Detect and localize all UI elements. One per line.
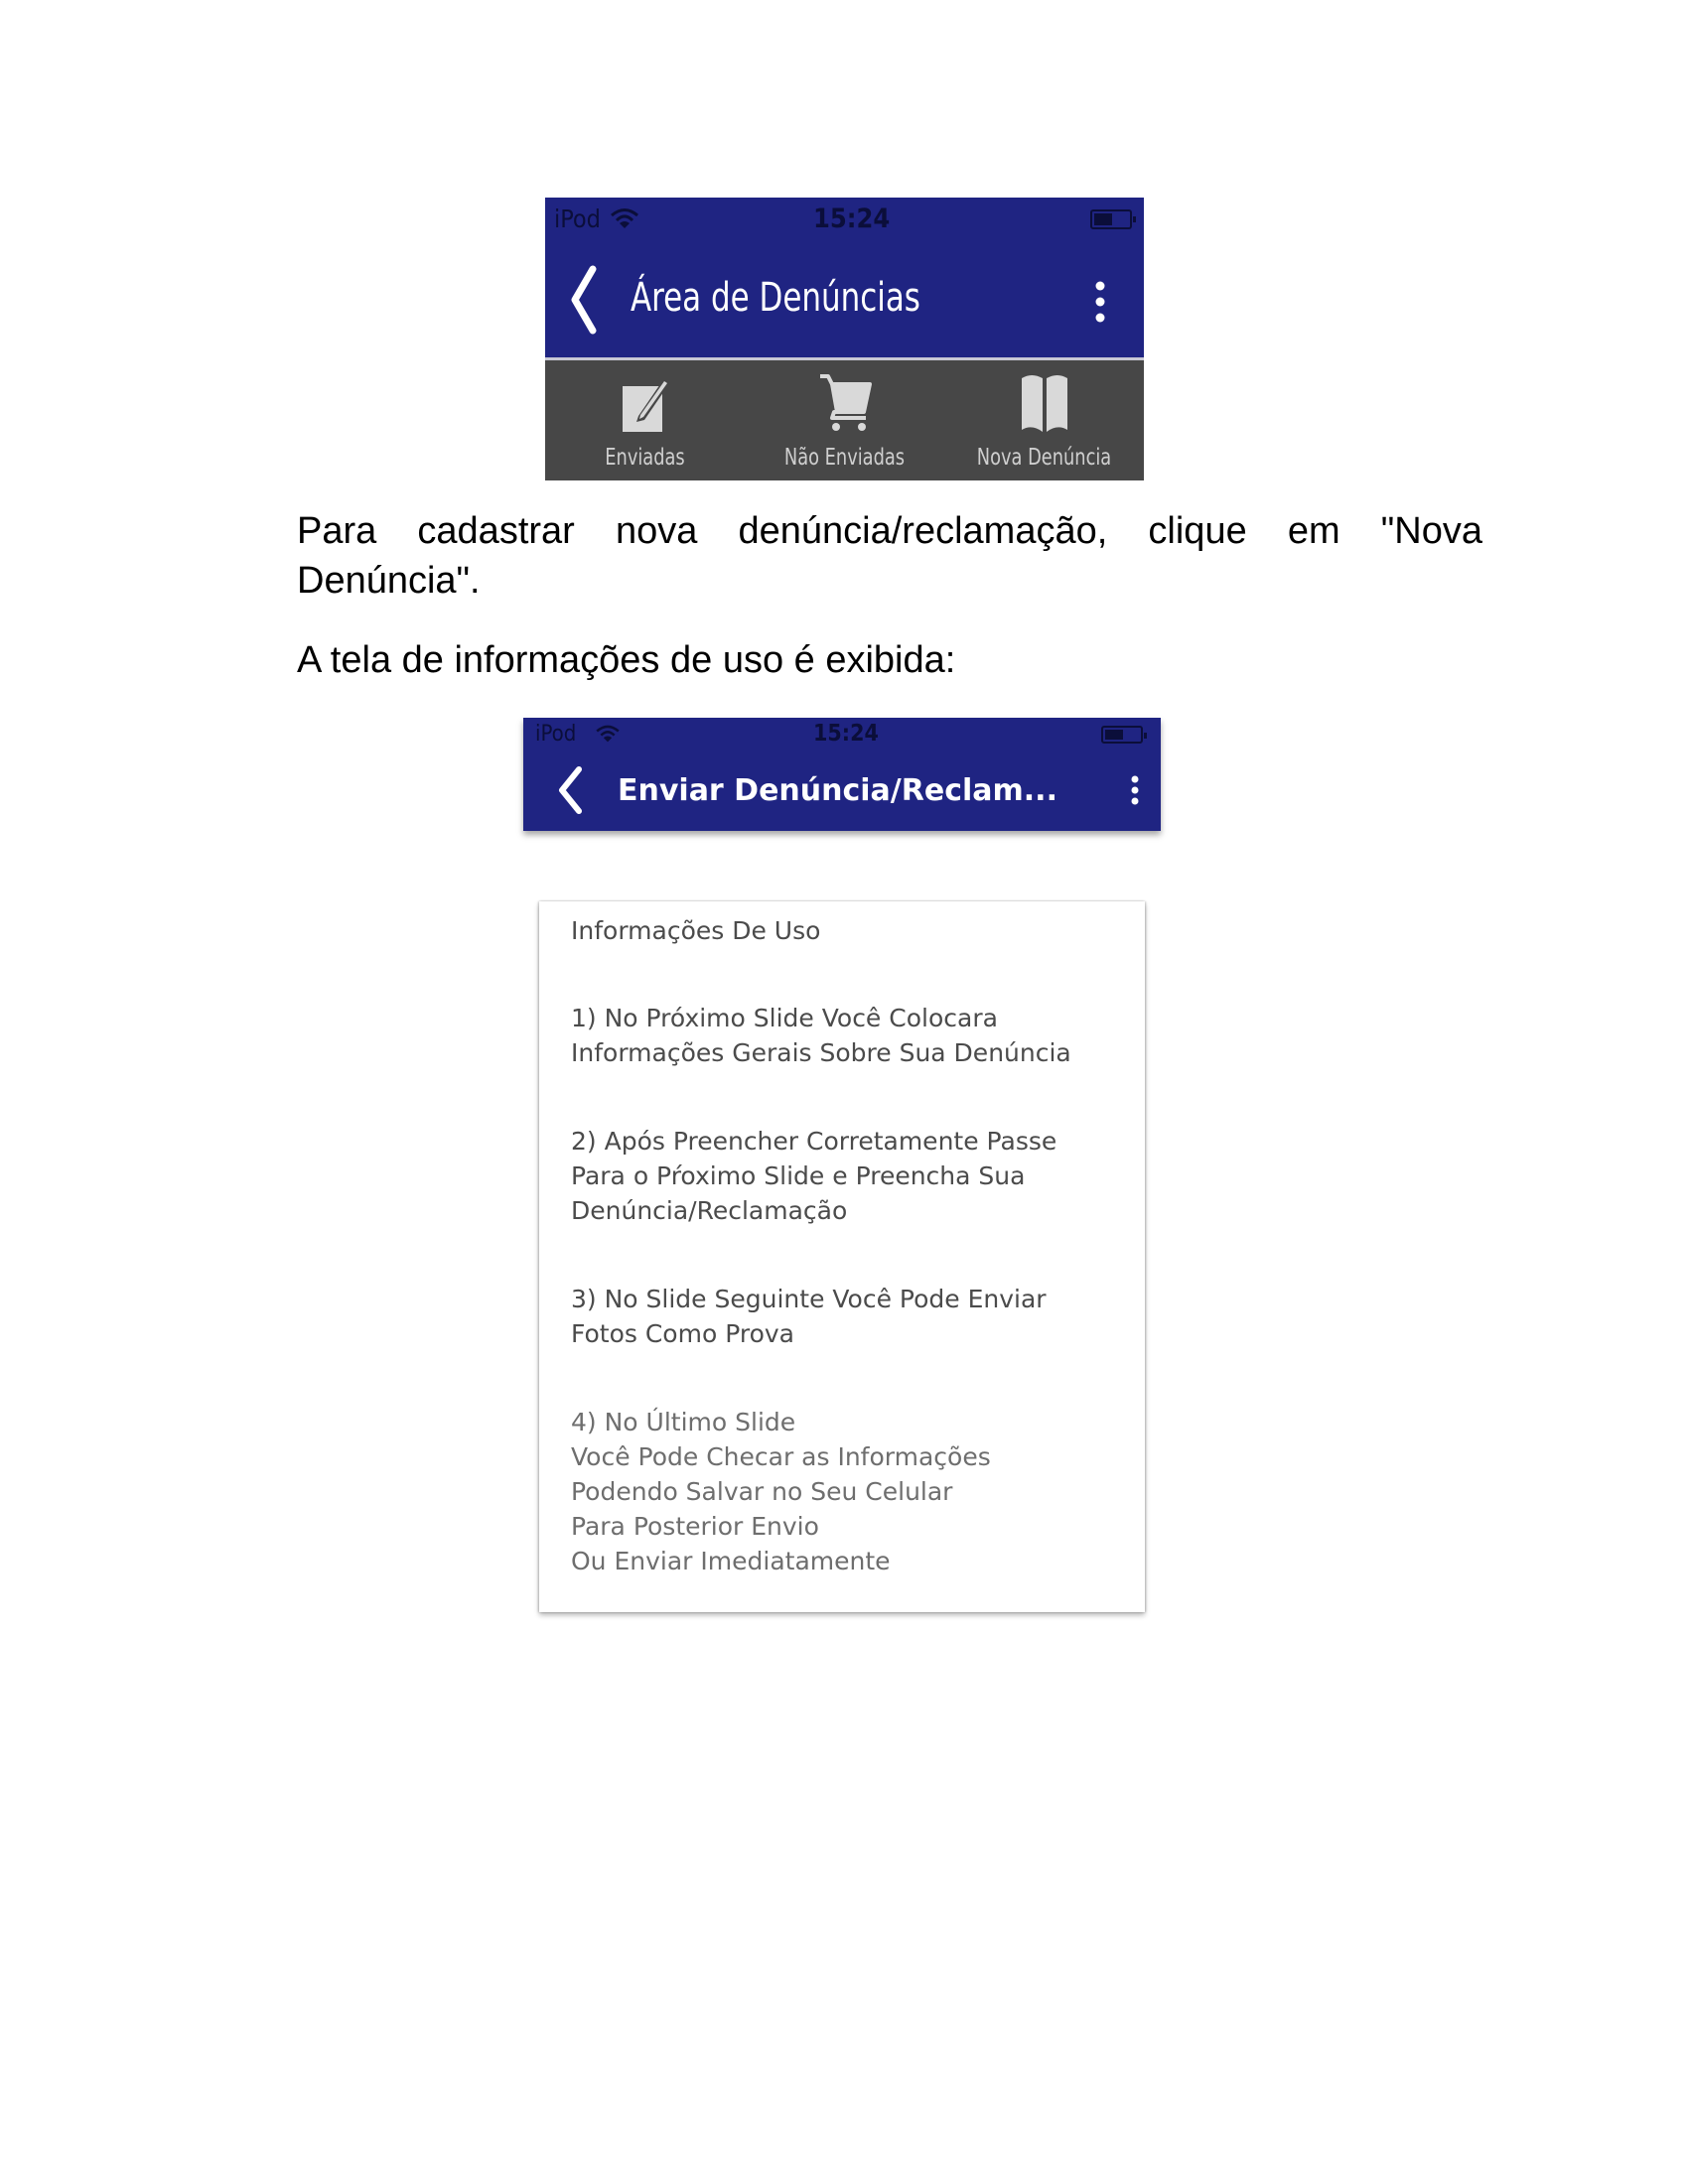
usage-info-card: Informações De Uso 1) No Próximo Slide V…: [539, 901, 1145, 1612]
card-heading: Informações De Uso: [571, 916, 821, 945]
battery-icon: [1090, 209, 1136, 229]
info-item-2-line-3: Denúncia/Reclamação: [571, 1196, 848, 1225]
wifi-icon: [596, 725, 620, 743]
wifi-icon: [611, 208, 638, 228]
edit-icon: [622, 378, 670, 432]
page-title: Enviar Denúncia/Reclam...: [618, 773, 1057, 808]
more-menu-icon[interactable]: [1131, 775, 1139, 805]
nav-header: iPod 15:24 Área de Denúncias: [545, 198, 1144, 357]
tab-label-nova-denuncia: Nova Denúncia: [976, 445, 1112, 471]
info-item-1-line-2: Informações Gerais Sobre Sua Denúncia: [571, 1038, 1071, 1067]
book-icon: [1021, 375, 1067, 432]
more-menu-icon[interactable]: [1095, 281, 1105, 323]
back-chevron-icon[interactable]: [555, 765, 585, 815]
info-item-3-line-1: 3) No Slide Seguinte Você Pode Enviar: [571, 1285, 1047, 1313]
tab-label-enviadas: Enviadas: [605, 445, 685, 471]
info-item-2-line-1: 2) Após Preencher Corretamente Passe: [571, 1127, 1057, 1156]
info-item-3-line-2: Fotos Como Prova: [571, 1319, 794, 1348]
info-item-4-line-5: Ou Enviar Imediatamente: [571, 1547, 891, 1575]
tab-nova-denuncia[interactable]: Nova Denúncia: [944, 360, 1144, 480]
battery-icon: [1101, 726, 1147, 744]
tab-nao-enviadas[interactable]: Não Enviadas: [745, 360, 944, 480]
instruction-paragraph: Para cadastrar nova denúncia/reclamação,…: [297, 510, 1482, 602]
screenshot-area-denuncias: iPod 15:24 Área de Denúncias Enviadas Nã…: [545, 198, 1144, 480]
cart-icon: [819, 374, 872, 431]
page-title: Área de Denúncias: [631, 275, 920, 321]
info-item-4-line-3: Podendo Salvar no Seu Celular: [571, 1477, 953, 1506]
info-item-4-line-2: Você Pode Checar as Informações: [571, 1442, 991, 1471]
tab-bar: Enviadas Não Enviadas Nova Denúncia: [545, 360, 1144, 480]
tab-label-nao-enviadas: Não Enviadas: [783, 445, 906, 471]
status-time: 15:24: [813, 204, 891, 234]
info-item-1-line-1: 1) No Próximo Slide Você Colocara: [571, 1004, 998, 1032]
status-carrier: iPod: [554, 205, 601, 233]
back-chevron-icon[interactable]: [569, 265, 599, 335]
screenshot-enviar-denuncia-header: iPod 15:24 Enviar Denúncia/Reclam...: [523, 718, 1161, 831]
info-item-4-line-1: 4) No Último Slide: [571, 1408, 796, 1436]
tab-enviadas[interactable]: Enviadas: [545, 360, 745, 480]
status-carrier: iPod: [535, 722, 577, 747]
caption-paragraph: A tela de informações de uso é exibida:: [297, 639, 956, 681]
status-time: 15:24: [813, 721, 879, 747]
info-item-4-line-4: Para Posterior Envio: [571, 1512, 819, 1541]
info-item-2-line-2: Para o Pŕoximo Slide e Preencha Sua: [571, 1161, 1026, 1190]
